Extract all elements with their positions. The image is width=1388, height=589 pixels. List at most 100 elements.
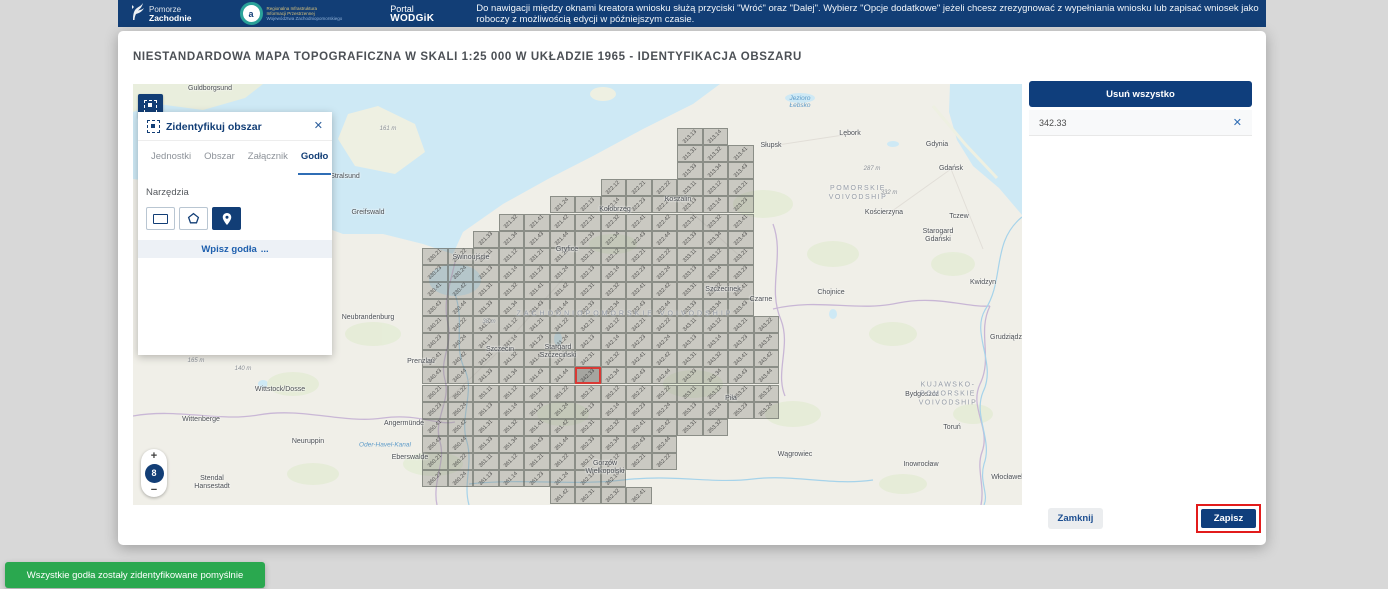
grid-cell[interactable]: 351.31 xyxy=(473,419,499,436)
grid-cell[interactable]: 323.32 xyxy=(703,214,729,231)
grid-cell[interactable]: 343.41 xyxy=(728,350,754,367)
grid-cell[interactable]: 351.32 xyxy=(499,419,525,436)
grid-cell[interactable]: 322.41 xyxy=(626,214,652,231)
grid-cell[interactable]: 321.33 xyxy=(473,231,499,248)
grid-cell[interactable]: 351.21 xyxy=(524,385,550,402)
grid-cell[interactable]: 352.33 xyxy=(575,436,601,453)
grid-cell[interactable]: 321.43 xyxy=(524,231,550,248)
grid-cell[interactable]: 351.13 xyxy=(473,402,499,419)
grid-cell[interactable]: 331.43 xyxy=(524,299,550,316)
grid-cell[interactable]: 352.22 xyxy=(652,385,678,402)
grid-cell[interactable]: 322.31 xyxy=(575,214,601,231)
grid-cell[interactable]: 353.21 xyxy=(728,385,754,402)
grid-cell[interactable]: 342.23 xyxy=(626,333,652,350)
grid-cell[interactable]: 340.24 xyxy=(448,333,474,350)
zoom-out-button[interactable]: − xyxy=(151,485,157,495)
grid-cell[interactable]: 331.42 xyxy=(550,282,576,299)
grid-cell[interactable]: 323.11 xyxy=(677,179,703,196)
grid-cell[interactable]: 340.42 xyxy=(448,350,474,367)
grid-cell[interactable]: 313.34 xyxy=(703,162,729,179)
grid-cell[interactable]: 323.31 xyxy=(677,214,703,231)
tab-godło[interactable]: Godło xyxy=(301,151,328,175)
grid-cell[interactable]: 351.42 xyxy=(550,419,576,436)
grid-cell[interactable]: 353.32 xyxy=(703,419,729,436)
grid-cell[interactable]: 342.31 xyxy=(575,350,601,367)
grid-cell[interactable]: 341.34 xyxy=(499,367,525,384)
grid-cell[interactable]: 333.21 xyxy=(728,248,754,265)
grid-cell[interactable]: 323.34 xyxy=(703,231,729,248)
grid-cell[interactable]: 343.12 xyxy=(703,316,729,333)
grid-cell[interactable]: 351.34 xyxy=(499,436,525,453)
grid-cell[interactable]: 322.12 xyxy=(601,179,627,196)
grid-cell[interactable]: 340.22 xyxy=(448,316,474,333)
grid-cell[interactable]: 333.43 xyxy=(728,299,754,316)
grid-cell[interactable]: 321.44 xyxy=(550,231,576,248)
grid-cell[interactable]: 331.24 xyxy=(550,265,576,282)
grid-cell[interactable]: 333.11 xyxy=(677,248,703,265)
grid-cell[interactable]: 323.33 xyxy=(677,231,703,248)
grid-cell[interactable]: 323.43 xyxy=(728,231,754,248)
grid-cell[interactable]: 351.43 xyxy=(524,436,550,453)
grid-cell[interactable]: 360.24 xyxy=(448,470,474,487)
grid-cell[interactable]: 353.12 xyxy=(703,385,729,402)
grid-cell[interactable]: 322.23 xyxy=(626,196,652,213)
grid-cell[interactable]: 352.41 xyxy=(626,419,652,436)
close-modal-button[interactable]: Zamknij xyxy=(1048,508,1103,529)
grid-cell[interactable]: 342.12 xyxy=(601,316,627,333)
grid-cell[interactable]: 343.11 xyxy=(677,316,703,333)
grid-cell[interactable]: 313.33 xyxy=(677,162,703,179)
grid-cell[interactable]: 352.23 xyxy=(626,402,652,419)
grid-cell[interactable]: 342.41 xyxy=(626,350,652,367)
tab-załącznik[interactable]: Załącznik xyxy=(248,151,288,175)
grid-cell[interactable]: 351.23 xyxy=(524,402,550,419)
grid-cell[interactable]: 313.31 xyxy=(677,145,703,162)
grid-cell[interactable]: 321.34 xyxy=(499,231,525,248)
grid-cell[interactable]: 362.31 xyxy=(575,487,601,504)
grid-cell[interactable]: 342.13 xyxy=(575,333,601,350)
grid-cell[interactable]: 360.22 xyxy=(448,453,474,470)
grid-cell[interactable]: 332.42 xyxy=(652,282,678,299)
grid-cell[interactable]: 342.34 xyxy=(601,367,627,384)
grid-cell[interactable]: 341.13 xyxy=(473,333,499,350)
grid-cell[interactable]: 330.22 xyxy=(448,248,474,265)
grid-cell[interactable]: 332.41 xyxy=(626,282,652,299)
grid-cell[interactable]: 351.44 xyxy=(550,436,576,453)
rii-logo[interactable]: a Regionalna Infrastruktura Informacji P… xyxy=(240,2,343,25)
grid-cell[interactable]: 352.24 xyxy=(652,402,678,419)
grid-cell[interactable]: 333.13 xyxy=(677,265,703,282)
grid-cell[interactable]: 322.13 xyxy=(575,196,601,213)
grid-cell[interactable]: 342.22 xyxy=(652,316,678,333)
map-canvas[interactable]: 313.13313.14313.31313.32313.41313.33313.… xyxy=(133,84,1022,505)
grid-cell[interactable]: 323.13 xyxy=(677,196,703,213)
grid-cell[interactable]: 352.21 xyxy=(626,385,652,402)
grid-cell[interactable]: 353.24 xyxy=(754,402,780,419)
grid-cell[interactable]: 352.44 xyxy=(652,436,678,453)
grid-cell[interactable]: 330.23 xyxy=(422,265,448,282)
grid-cell[interactable]: 330.43 xyxy=(422,299,448,316)
grid-cell[interactable]: 361.24 xyxy=(550,470,576,487)
grid-cell[interactable]: 343.24 xyxy=(754,333,780,350)
grid-cell[interactable]: 322.21 xyxy=(626,179,652,196)
grid-cell[interactable]: 332.31 xyxy=(575,282,601,299)
grid-cell[interactable]: 361.21 xyxy=(524,453,550,470)
grid-cell[interactable]: 351.22 xyxy=(550,385,576,402)
grid-cell[interactable]: 350.22 xyxy=(448,385,474,402)
grid-cell[interactable]: 340.43 xyxy=(422,367,448,384)
grid-cell[interactable]: 313.13 xyxy=(677,128,703,145)
close-icon[interactable]: ✕ xyxy=(314,121,323,132)
grid-cell[interactable]: 343.21 xyxy=(728,316,754,333)
grid-cell[interactable]: 333.12 xyxy=(703,248,729,265)
grid-cell[interactable]: 342.21 xyxy=(626,316,652,333)
grid-cell[interactable]: 350.42 xyxy=(448,419,474,436)
grid-cell[interactable]: 331.13 xyxy=(473,265,499,282)
grid-cell[interactable]: 342.42 xyxy=(652,350,678,367)
tab-obszar[interactable]: Obszar xyxy=(204,151,235,175)
grid-cell[interactable]: 343.14 xyxy=(703,333,729,350)
grid-cell[interactable]: 352.14 xyxy=(601,402,627,419)
grid-cell[interactable]: 362.12 xyxy=(601,453,627,470)
grid-cell[interactable]: 341.32 xyxy=(499,350,525,367)
grid-cell[interactable]: 332.14 xyxy=(601,265,627,282)
grid-cell[interactable]: 361.23 xyxy=(524,470,550,487)
grid-cell[interactable]: 322.43 xyxy=(626,231,652,248)
grid-cell[interactable]: 331.44 xyxy=(550,299,576,316)
